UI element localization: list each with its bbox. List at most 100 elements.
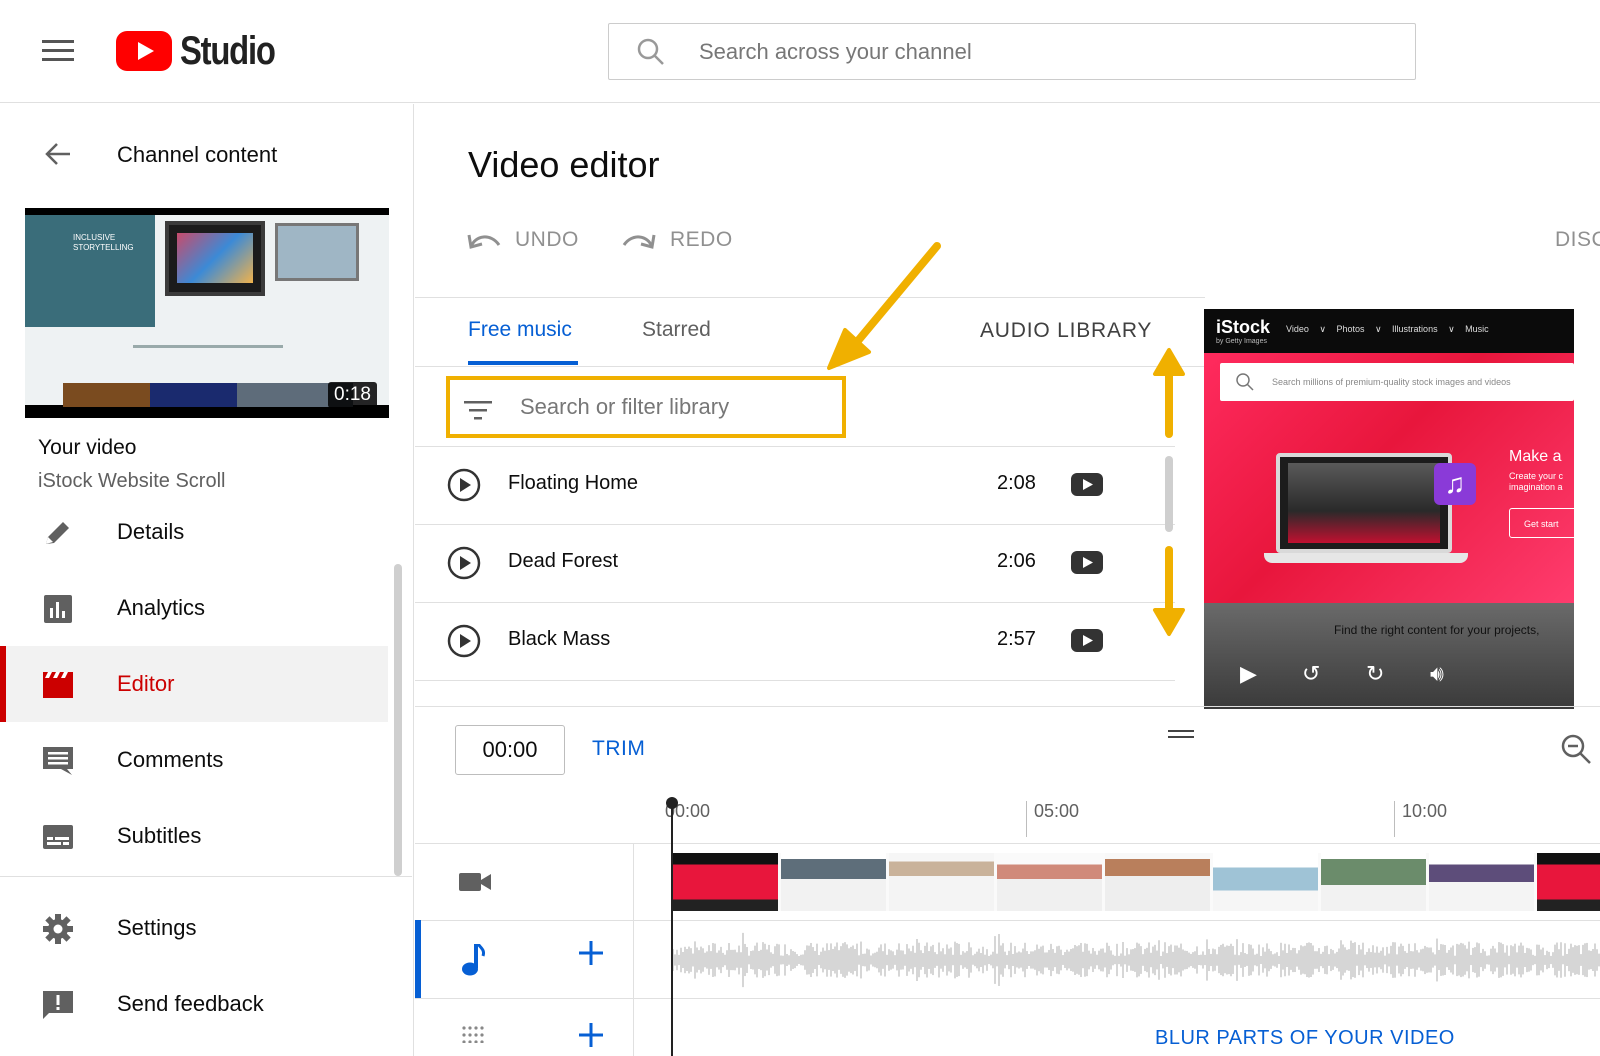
duration-badge: 0:18 xyxy=(328,382,377,408)
sidebar-item-subtitles[interactable]: Subtitles xyxy=(0,798,388,874)
track-list-scrollbar[interactable] xyxy=(1165,456,1173,532)
track-duration: 2:57 xyxy=(997,628,1036,650)
preview-headline: Make a xyxy=(1509,448,1562,465)
channel-search[interactable] xyxy=(608,23,1416,80)
back-arrow-icon xyxy=(45,143,70,165)
ruler-label: 10:00 xyxy=(1402,801,1448,821)
current-time-input[interactable] xyxy=(455,725,565,775)
studio-logo[interactable]: Studio xyxy=(116,29,295,73)
back-label: Channel content xyxy=(117,142,278,167)
forward-10-icon[interactable]: ↻ xyxy=(1366,661,1384,687)
audio-waveform[interactable] xyxy=(673,929,1600,991)
thumbnail-text: INCLUSIVE STORYTELLING xyxy=(73,233,134,252)
film-frame xyxy=(1429,853,1534,911)
preview-laptop xyxy=(1276,453,1452,553)
play-icon[interactable]: ▶ xyxy=(1240,661,1257,687)
zoom-out-icon[interactable] xyxy=(1560,733,1592,765)
add-audio-icon[interactable] xyxy=(577,939,605,967)
player-controls: ▶ ↺ ↻ 🔊︎ xyxy=(1240,661,1570,691)
sidebar-item-label: Comments xyxy=(117,747,224,772)
search-input[interactable] xyxy=(699,24,1399,79)
sidebar-item-label: Analytics xyxy=(117,595,206,620)
film-frame xyxy=(673,853,778,911)
tab-starred[interactable]: Starred xyxy=(642,318,711,342)
film-frame xyxy=(997,853,1102,911)
sidebar-item-label: Settings xyxy=(117,915,197,940)
video-preview[interactable]: iStock by Getty Images Video ∨ Photos ∨ … xyxy=(1204,297,1600,709)
track-name: Floating Home xyxy=(508,472,639,494)
left-sidebar: Channel content INCLUSIVE STORYTELLING 0… xyxy=(0,104,414,1056)
track-row[interactable]: Floating Home 2:08 xyxy=(415,446,1175,524)
search-icon xyxy=(1236,373,1254,391)
track-name: Black Mass xyxy=(508,628,611,650)
top-header: Studio xyxy=(0,0,1600,103)
preview-logo: iStock xyxy=(1216,317,1271,337)
preview-search-text: Search millions of premium-quality stock… xyxy=(1272,377,1511,387)
video-thumbnail[interactable]: INCLUSIVE STORYTELLING 0:18 xyxy=(25,208,389,418)
sidebar-item-details[interactable]: Details xyxy=(0,494,388,570)
preview-cta: Get start xyxy=(1509,508,1574,538)
timeline-divider xyxy=(415,920,1600,921)
film-frame xyxy=(1321,853,1426,911)
page-title: Video editor xyxy=(468,144,660,185)
pencil-icon xyxy=(46,522,69,544)
sidebar-item-send-feedback[interactable]: Send feedback xyxy=(0,966,388,1042)
redo-button[interactable]: REDO xyxy=(622,222,733,258)
sidebar-scrollbar[interactable] xyxy=(394,564,402,876)
preview-menu: Video ∨ Photos ∨ Illustrations ∨ Music xyxy=(1286,324,1489,334)
track-name: Dead Forest xyxy=(508,550,619,572)
audio-library-link[interactable]: AUDIO LIBRARY xyxy=(980,319,1152,343)
timeline: TRIM 00:00 05:00 10:00 xyxy=(415,706,1600,1056)
list-divider xyxy=(415,680,1175,681)
undo-button[interactable]: UNDO xyxy=(467,222,579,258)
preview-hero: Search millions of premium-quality stock… xyxy=(1204,353,1574,603)
discard-button[interactable]: DISC xyxy=(1555,228,1600,252)
gear-icon xyxy=(43,914,73,944)
preview-logo-sub: by Getty Images xyxy=(1216,338,1267,345)
thumbnail-panel xyxy=(25,215,155,327)
timeline-divider xyxy=(415,843,1600,844)
youtube-icon[interactable] xyxy=(1071,629,1103,652)
playhead[interactable] xyxy=(666,797,678,1056)
film-frame xyxy=(1213,853,1318,911)
track-row[interactable]: Dead Forest 2:06 xyxy=(415,524,1175,602)
trim-button[interactable]: TRIM xyxy=(592,737,645,761)
sidebar-item-comments[interactable]: Comments xyxy=(0,722,388,798)
play-circle-icon[interactable] xyxy=(447,468,481,502)
youtube-icon[interactable] xyxy=(1071,551,1103,574)
sidebar-item-analytics[interactable]: Analytics xyxy=(0,570,388,646)
library-filter-input[interactable] xyxy=(520,380,830,434)
preview-caption: Find the right content for your projects… xyxy=(1334,623,1540,637)
play-circle-icon[interactable] xyxy=(447,546,481,580)
tab-free-music[interactable]: Free music xyxy=(468,318,572,342)
sidebar-item-label: Subtitles xyxy=(117,823,202,848)
menu-icon[interactable] xyxy=(42,40,74,62)
library-filter-box[interactable] xyxy=(446,376,846,438)
rewind-10-icon[interactable]: ↺ xyxy=(1302,661,1320,687)
undo-icon xyxy=(467,234,501,249)
play-circle-icon[interactable] xyxy=(447,624,481,658)
preview-frame: iStock by Getty Images Video ∨ Photos ∨ … xyxy=(1204,309,1574,709)
sidebar-divider xyxy=(0,876,412,877)
sidebar-item-label: Send feedback xyxy=(117,991,264,1016)
film-frame xyxy=(889,853,994,911)
your-video-label: Your video xyxy=(38,436,137,459)
add-blur-icon[interactable] xyxy=(577,1021,605,1049)
preview-player-bar: Find the right content for your projects… xyxy=(1204,603,1574,709)
youtube-icon[interactable] xyxy=(1071,473,1103,496)
video-title: iStock Website Scroll xyxy=(38,470,226,492)
sidebar-item-label: Editor xyxy=(117,671,175,696)
track-row[interactable]: Black Mass 2:57 xyxy=(415,602,1175,680)
sidebar-item-editor[interactable]: Editor xyxy=(0,646,388,722)
blur-parts-link[interactable]: BLUR PARTS OF YOUR VIDEO xyxy=(1155,1027,1455,1050)
volume-icon[interactable]: 🔊︎ xyxy=(1430,661,1444,687)
video-film-strip[interactable] xyxy=(673,853,1600,911)
thumbnail-monitor xyxy=(165,221,265,296)
ruler-tick xyxy=(1394,801,1395,837)
film-frame xyxy=(781,853,886,911)
track-header-divider xyxy=(633,844,634,1056)
tabs-divider xyxy=(415,366,1205,367)
sidebar-item-settings[interactable]: Settings xyxy=(0,890,388,966)
comment-icon xyxy=(43,747,73,775)
back-to-channel-content[interactable]: Channel content xyxy=(0,126,400,182)
